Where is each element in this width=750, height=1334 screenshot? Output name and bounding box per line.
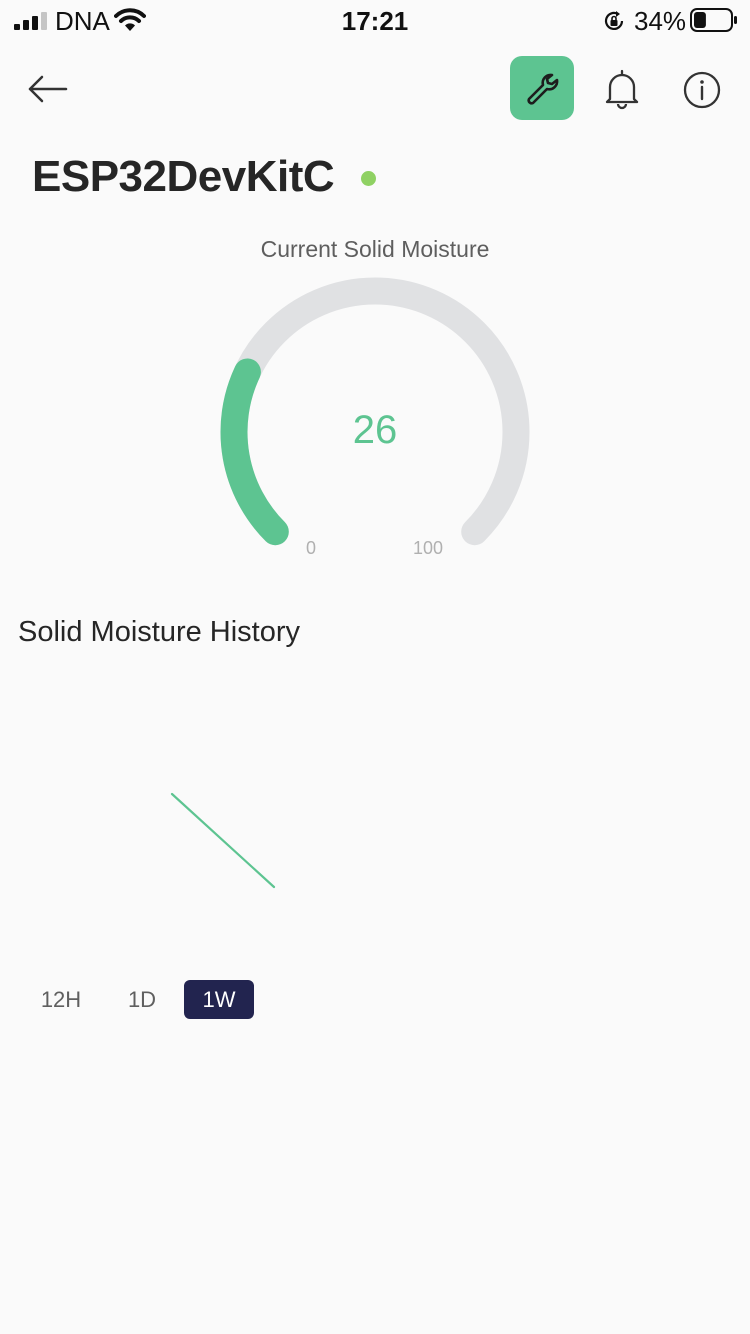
range-1d-button[interactable]: 1D <box>110 980 174 1019</box>
rotation-lock-icon <box>604 11 624 30</box>
battery-percent: 34% <box>634 6 687 36</box>
status-bar: DNA 17:21 34% <box>0 0 750 40</box>
back-button[interactable] <box>22 66 74 112</box>
range-12h-button[interactable]: 12H <box>26 980 96 1019</box>
bell-icon <box>605 69 639 110</box>
gauge-label: Current Solid Moisture <box>260 236 490 262</box>
device-settings-button[interactable] <box>510 56 574 120</box>
gauge-min-label: 0 <box>305 538 316 558</box>
back-arrow-icon <box>28 75 68 103</box>
info-icon <box>683 71 721 109</box>
history-line <box>170 792 276 889</box>
gauge-max-label: 100 <box>412 538 444 558</box>
gauge-value: 26 <box>352 408 398 452</box>
history-title: Solid Moisture History <box>18 616 301 648</box>
online-status-dot <box>361 171 376 186</box>
history-chart <box>170 792 276 889</box>
range-1w-button[interactable]: 1W <box>184 980 254 1019</box>
device-name: ESP32DevKitC <box>32 152 335 201</box>
info-button[interactable] <box>680 68 724 112</box>
wrench-icon <box>527 73 559 105</box>
notifications-button[interactable] <box>598 66 646 112</box>
battery-icon <box>690 8 737 32</box>
